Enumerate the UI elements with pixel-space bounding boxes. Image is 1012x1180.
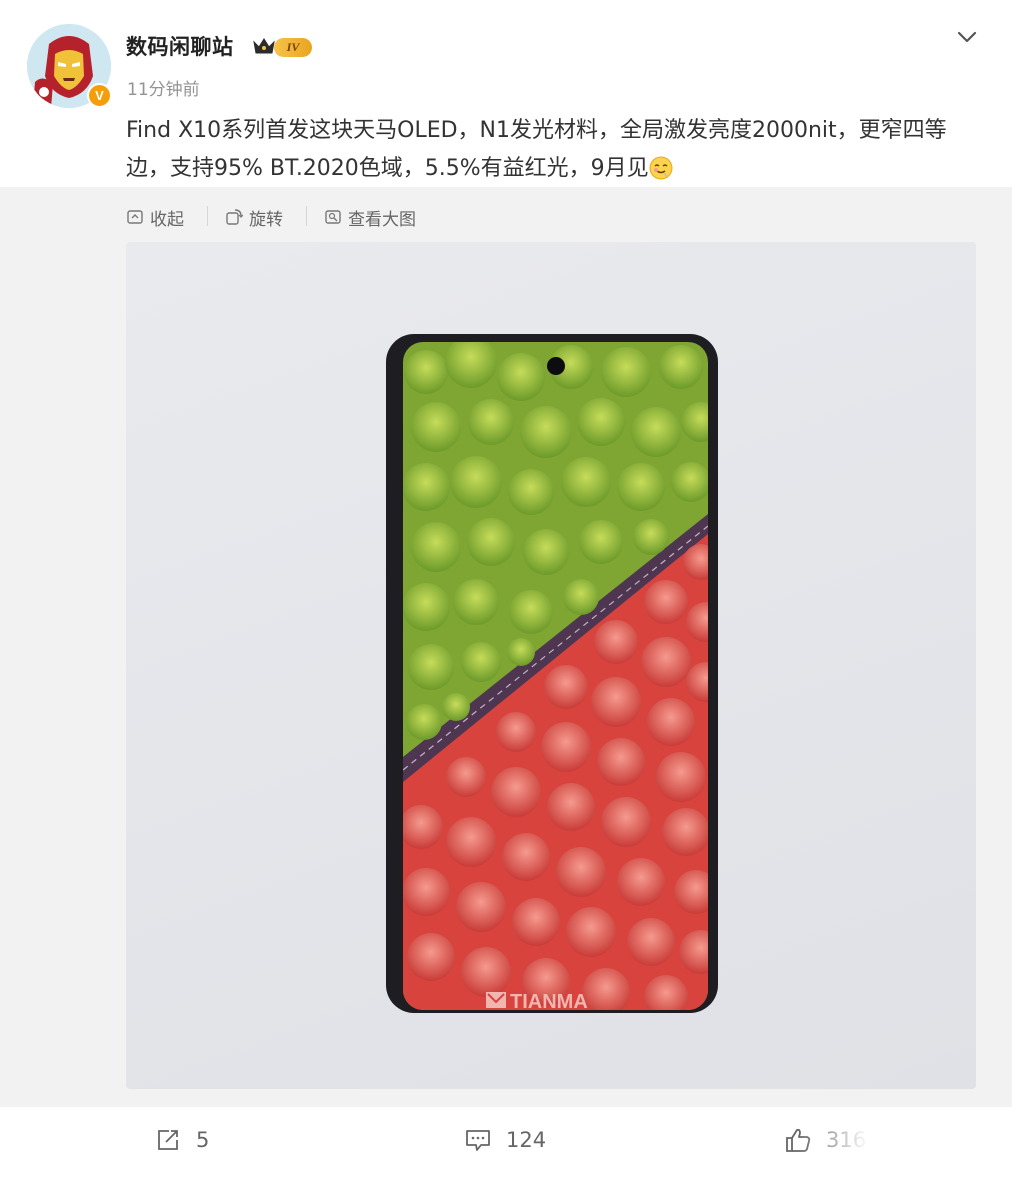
rotate-label: 旋转 [249, 209, 283, 230]
post-body: Find X10系列首发这块天马OLED，N1发光材料，全局激发亮度2000ni… [126, 112, 976, 188]
drooling-face-icon [649, 156, 673, 180]
post-text: Find X10系列首发这块天马OLED，N1发光材料，全局激发亮度2000ni… [126, 118, 947, 181]
phone-photo: TIANMA [386, 334, 718, 1013]
comment-button[interactable]: 124 [464, 1124, 546, 1156]
view-large-label: 查看大图 [348, 209, 416, 230]
comment-icon [466, 1130, 490, 1151]
repost-icon [158, 1130, 178, 1150]
rotate-button[interactable]: 旋转 [225, 204, 283, 230]
level-badge[interactable]: IV [274, 38, 312, 57]
repost-button[interactable]: 5 [154, 1124, 209, 1156]
repost-count: 5 [196, 1128, 210, 1152]
camera-hole [547, 357, 565, 375]
crown-icon [253, 38, 275, 54]
bottom-fade-overlay [800, 1117, 1012, 1172]
view-large-button[interactable]: 查看大图 [324, 204, 416, 230]
verified-badge: V [87, 83, 112, 108]
comment-count: 124 [506, 1128, 547, 1152]
toolbar-divider [306, 206, 307, 226]
tianma-logo-mark [486, 992, 506, 1008]
rotate-icon [226, 209, 243, 225]
post-image[interactable]: TIANMA [126, 242, 976, 1089]
watermark-text: TIANMA [510, 991, 588, 1013]
collapse-label: 收起 [150, 209, 184, 230]
toolbar-divider [207, 206, 208, 226]
chevron-down-icon[interactable] [955, 28, 979, 46]
username[interactable]: 数码闲聊站 [126, 31, 234, 61]
collapse-button[interactable]: 收起 [126, 204, 184, 230]
timestamp[interactable]: 11分钟前 [127, 75, 200, 100]
collapse-icon [127, 210, 143, 224]
view-image-icon [325, 210, 341, 224]
